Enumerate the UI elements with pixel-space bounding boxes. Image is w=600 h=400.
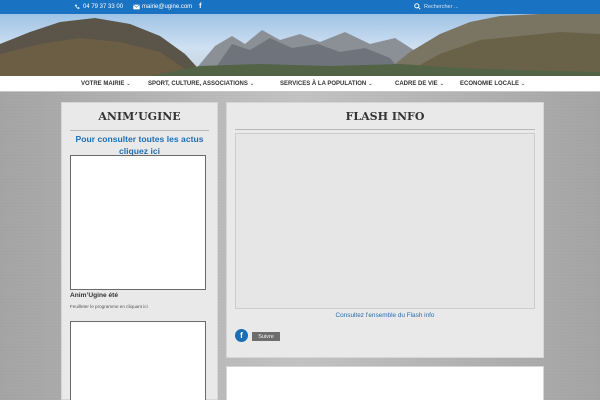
program-caption: Anim’Ugine été [70, 292, 118, 299]
embedded-frame[interactable] [70, 321, 206, 400]
contact-info: 04 79 37 33 00 mairie@ugine.com f [74, 3, 202, 10]
nav-item-economie-locale[interactable]: ECONOMIE LOCALE ⌄ [460, 81, 525, 87]
nav-item-votre-mairie[interactable]: VOTRE MAIRIE ⌄ [81, 81, 131, 87]
mail-icon [133, 3, 140, 10]
lower-content-panel [226, 366, 544, 400]
header-banner-image [0, 14, 600, 76]
divider [70, 130, 209, 131]
search-input[interactable] [424, 4, 494, 10]
nav-item-label: CADRE DE VIE [395, 81, 438, 87]
email-link[interactable]: mairie@ugine.com [142, 4, 192, 10]
divider [235, 129, 535, 130]
phone-icon [74, 4, 80, 10]
follow-button[interactable]: Suivre [252, 332, 280, 341]
nav-item-label: VOTRE MAIRIE [81, 81, 125, 87]
chevron-down-icon: ⌄ [521, 81, 526, 87]
main-nav: VOTRE MAIRIE ⌄ SPORT, CULTURE, ASSOCIATI… [0, 76, 600, 92]
panel-title: ANIM’UGINE [98, 110, 181, 123]
chevron-down-icon: ⌄ [368, 81, 373, 87]
chevron-down-icon: ⌄ [249, 81, 255, 87]
facebook-icon[interactable]: f [199, 3, 201, 10]
flash-info-frame[interactable] [235, 133, 535, 309]
program-link[interactable]: Feuilleter le programme en cliquant ici [70, 304, 148, 309]
nav-item-label: SPORT, CULTURE, ASSOCIATIONS [148, 81, 248, 87]
flash-info-link[interactable]: Consultez l'ensemble du Flash info [227, 312, 543, 319]
facebook-icon[interactable]: f [235, 329, 248, 342]
all-news-link[interactable]: Pour consulter toutes les actus cliquez … [68, 133, 211, 157]
nav-item-services[interactable]: SERVICES À LA POPULATION ⌄ [280, 81, 372, 87]
phone-number[interactable]: 04 79 37 33 00 [83, 4, 123, 10]
nav-item-label: ECONOMIE LOCALE [460, 81, 520, 87]
search-box[interactable] [414, 2, 500, 12]
nav-item-cadre-de-vie[interactable]: CADRE DE VIE ⌄ [395, 81, 444, 87]
top-bar: 04 79 37 33 00 mairie@ugine.com f [0, 0, 600, 14]
nav-item-sport-culture[interactable]: SPORT, CULTURE, ASSOCIATIONS ⌄ [148, 81, 254, 87]
flash-info-panel: FLASH INFO Consultez l'ensemble du Flash… [226, 102, 544, 358]
embedded-frame[interactable] [70, 155, 206, 290]
animugine-panel: ANIM’UGINE Pour consulter toutes les act… [61, 102, 218, 400]
search-icon[interactable] [414, 2, 421, 12]
chevron-down-icon: ⌄ [126, 81, 131, 87]
chevron-down-icon: ⌄ [439, 81, 444, 87]
nav-item-label: SERVICES À LA POPULATION [280, 81, 367, 87]
panel-title: FLASH INFO [345, 110, 425, 123]
